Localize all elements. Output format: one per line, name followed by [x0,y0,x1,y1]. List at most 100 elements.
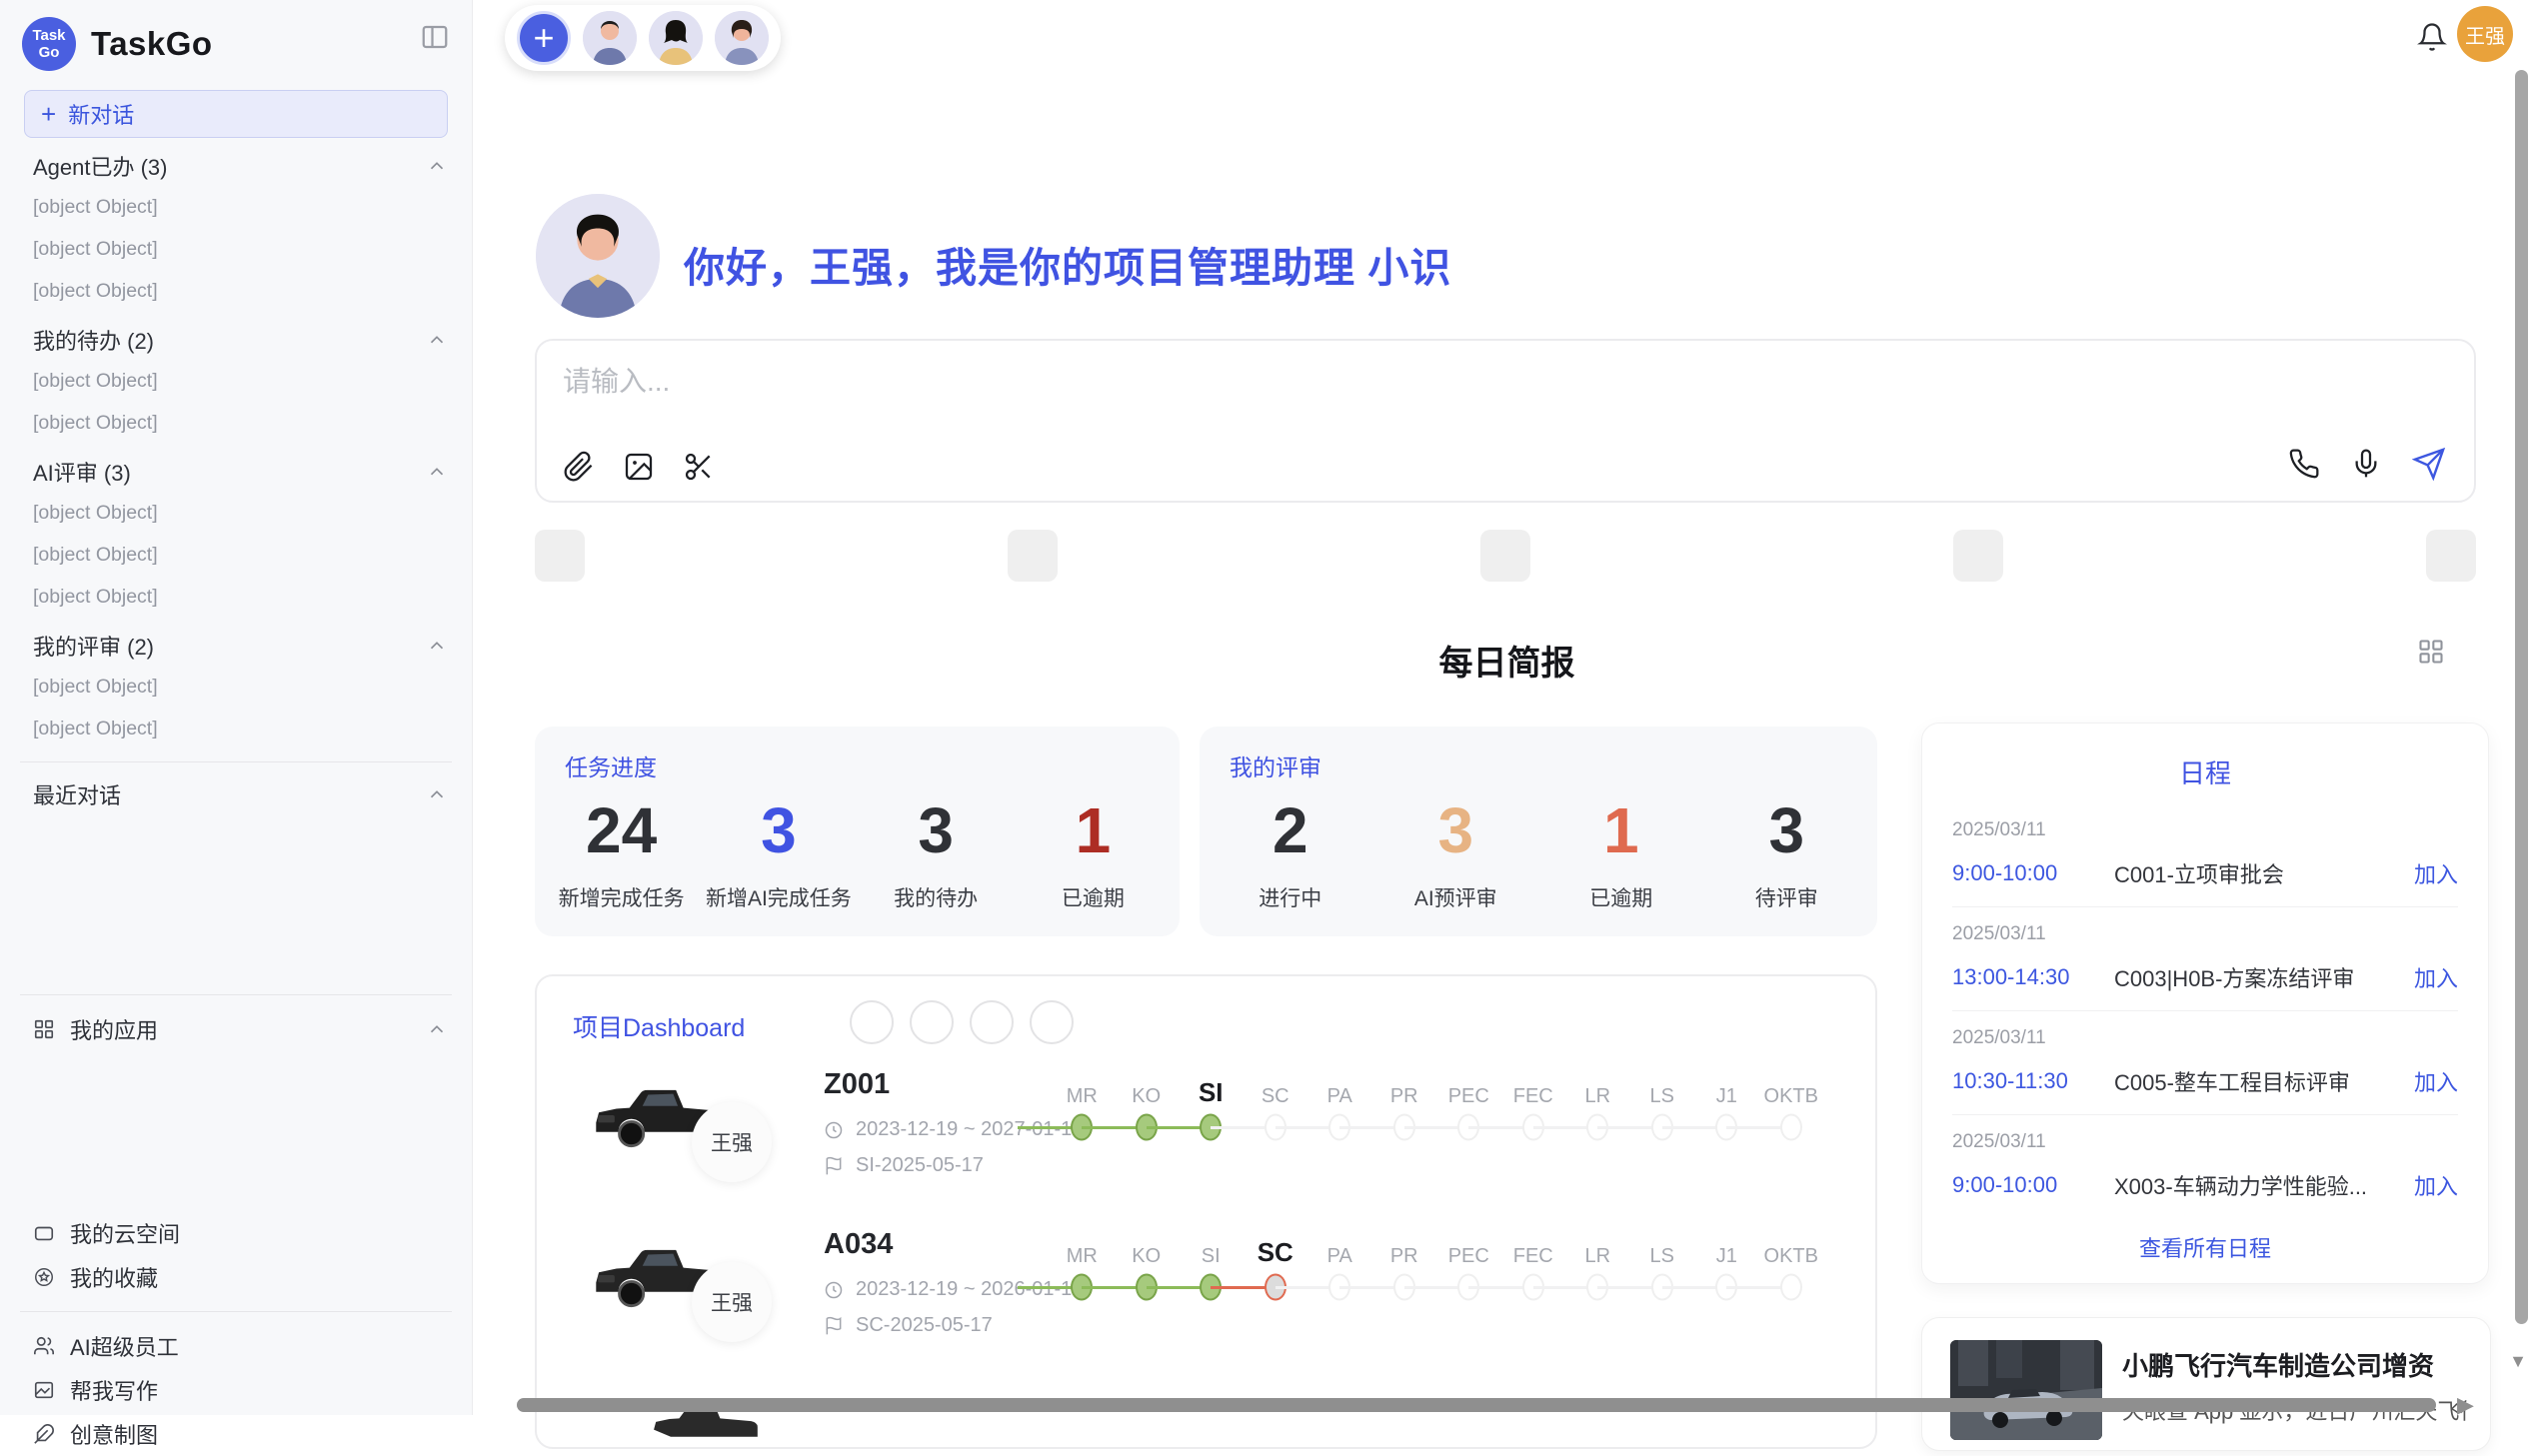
chevron-up-icon[interactable] [426,329,448,351]
scroll-down-arrow-icon[interactable]: ▼ [2509,1351,2527,1372]
dashboard-tab[interactable] [1030,1000,1074,1044]
voice-call-phone-icon[interactable] [2288,448,2320,480]
milestone-dot-row [1759,1108,1824,1148]
notifications-bell-icon[interactable] [2417,22,2447,52]
project-row-z001[interactable]: 王强 Z001 2023-12-19 ~ 2027-01-19 SI-2025-… [537,1058,1875,1210]
recent-chat-item[interactable] [0,940,472,982]
sidebar-section-header[interactable]: Agent已办 (3) [0,146,472,186]
suggestion-chip[interactable] [1480,530,1530,582]
agent-avatar[interactable] [583,11,637,65]
schedule-time: 9:00-10:00 [1952,860,2114,886]
milestone: LR [1565,1072,1630,1148]
app-item[interactable] [0,1091,472,1131]
add-agent-button[interactable]: + [517,11,571,65]
stat-label: 我的待办 [894,882,978,912]
sidebar-item[interactable]: [object Object] [0,360,472,402]
milestone: J1 [1694,1072,1759,1148]
view-all-schedule-link[interactable]: 查看所有日程 [1922,1231,2488,1263]
stat-cell: 3 新增AI完成任务 [700,784,857,926]
milestone-label: SI [1202,1232,1221,1268]
chevron-up-icon[interactable] [426,1018,448,1040]
schedule-time: 10:30-11:30 [1952,1068,2114,1094]
milestone: PA [1307,1072,1372,1148]
sidebar-item[interactable]: [object Object] [0,708,472,749]
milestone-label: PA [1327,1072,1352,1108]
dashboard-tab[interactable] [910,1000,954,1044]
chevron-up-icon[interactable] [426,155,448,177]
chevron-up-icon[interactable] [426,461,448,483]
app-item[interactable] [0,1171,472,1211]
scroll-right-arrow-icon[interactable]: ▶ [2457,1392,2474,1418]
chat-input[interactable] [561,365,1764,399]
agent-avatar[interactable] [715,11,769,65]
sidebar-section-header[interactable]: 我的评审 (2) [0,626,472,666]
join-link[interactable]: 加入 [2414,1169,2458,1201]
join-link[interactable]: 加入 [2414,857,2458,889]
my-apps-items [0,1051,472,1211]
sidebar-item[interactable]: [object Object] [0,534,472,576]
dashboard-tabs [850,1000,1074,1044]
recent-chat-item[interactable] [0,856,472,898]
milestone: J1 [1694,1232,1759,1308]
milestone: SI [1179,1232,1244,1308]
sidebar-item[interactable]: [object Object] [0,186,472,228]
image-upload-icon[interactable] [623,451,655,483]
project-owner-badge: 王强 [692,1262,772,1342]
scissors-icon[interactable] [683,451,715,483]
microphone-icon[interactable] [2350,448,2382,480]
sidebar-item[interactable]: [object Object] [0,576,472,618]
project-row-partial[interactable] [537,1378,1875,1449]
agent-avatar[interactable] [649,11,703,65]
sidebar-item[interactable]: [object Object] [0,270,472,312]
quill-pen-icon [33,1423,55,1445]
project-row-a034[interactable]: 王强 A034 2023-12-19 ~ 2026-01-19 SC-2025-… [537,1218,1875,1370]
sidebar-item-favorites[interactable]: 我的收藏 [0,1255,472,1299]
attachment-paperclip-icon[interactable] [563,451,595,483]
app-item[interactable] [0,1051,472,1091]
sidebar-item[interactable]: [object Object] [0,666,472,708]
stat-cell: 24 新增完成任务 [543,784,700,926]
sidebar-item-ai-staff[interactable]: AI超级员工 [0,1324,472,1368]
recent-chat-item[interactable] [0,898,472,940]
suggestion-chip[interactable] [2426,530,2476,582]
schedule-date: 2025/03/11 [1952,1131,2458,1153]
chevron-up-icon[interactable] [426,635,448,657]
new-chat-button[interactable]: + 新对话 [24,90,448,138]
sidebar-item-creative-draw[interactable]: 创意制图 [0,1412,472,1456]
project-node: SC-2025-05-17 [824,1314,993,1337]
dashboard-tab[interactable] [970,1000,1014,1044]
sidebar-section: Agent已办 (3) [object Object][object Objec… [0,146,472,312]
join-link[interactable]: 加入 [2414,961,2458,993]
sidebar-collapse-icon[interactable] [420,22,450,52]
recent-chat-item[interactable] [0,814,472,856]
recent-chats-header[interactable]: 最近对话 [0,774,472,814]
news-card[interactable]: 小鹏飞行汽车制造公司增资 天眼查 App 显示，近日广州汇天飞行汽... [1921,1317,2491,1451]
suggestion-chip[interactable] [535,530,585,582]
dashboard-tab[interactable] [850,1000,894,1044]
sidebar-section-header[interactable]: 我的待办 (2) [0,320,472,360]
divider [20,1311,452,1312]
send-plane-icon[interactable] [2412,447,2446,481]
milestone-label: LR [1584,1072,1610,1108]
suggestion-chip[interactable] [1953,530,2003,582]
layout-grid-icon[interactable] [2417,638,2445,666]
stat-cell: 2 进行中 [1208,784,1373,926]
project-dashboard-title: 项目Dashboard [573,1008,745,1044]
user-avatar[interactable]: 王强 [2457,6,2513,62]
stat-cell: 3 我的待办 [858,784,1015,926]
sidebar-item-cloud-space[interactable]: 我的云空间 [0,1211,472,1255]
horizontal-scrollbar-thumb[interactable] [517,1398,2436,1412]
sidebar-item[interactable]: [object Object] [0,228,472,270]
vertical-scrollbar-thumb[interactable] [2515,70,2528,1324]
suggestion-chip[interactable] [1008,530,1058,582]
sidebar-item[interactable]: [object Object] [0,402,472,444]
sidebar-item-help-write[interactable]: 帮我写作 [0,1368,472,1412]
my-apps-header[interactable]: 我的应用 [0,1007,472,1051]
milestone: MR [1050,1072,1115,1148]
sidebar-section-header[interactable]: AI评审 (3) [0,452,472,492]
app-item[interactable] [0,1131,472,1171]
sidebar-item[interactable]: [object Object] [0,492,472,534]
milestone: FEC [1501,1232,1566,1308]
chevron-up-icon[interactable] [426,783,448,805]
join-link[interactable]: 加入 [2414,1065,2458,1097]
